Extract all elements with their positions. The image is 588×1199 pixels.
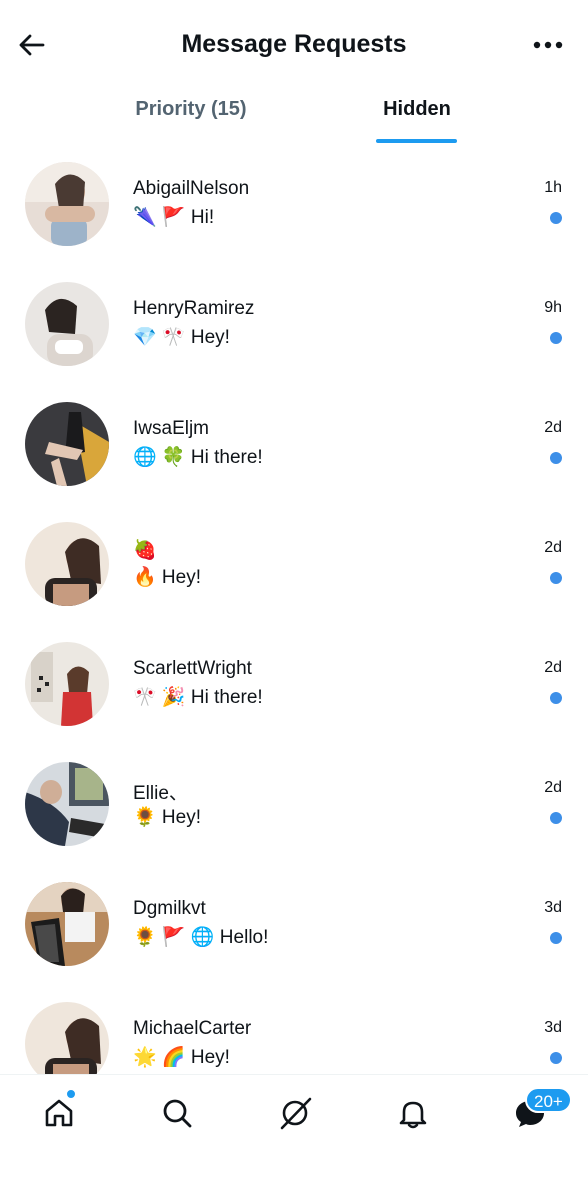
conversation-row[interactable]: 🍓 🔥 Hey! 2d bbox=[0, 504, 588, 624]
more-horizontal-icon bbox=[533, 41, 563, 49]
sender-name: AbigailNelson bbox=[133, 178, 250, 199]
grok-icon bbox=[280, 1097, 312, 1130]
nav-home[interactable] bbox=[39, 1093, 79, 1133]
timestamp: 3d bbox=[544, 899, 562, 916]
conversation-row[interactable]: HenryRamirez 💎 🎌 Hey! 9h bbox=[0, 264, 588, 384]
avatar[interactable] bbox=[25, 642, 109, 726]
sender-name: Ellie、 bbox=[133, 783, 188, 804]
sender-name: 🍓 bbox=[133, 540, 157, 561]
nav-search[interactable] bbox=[157, 1093, 197, 1133]
message-preview: 🌂 🚩 Hi! bbox=[133, 207, 215, 228]
sender-name: ScarlettWright bbox=[133, 658, 252, 679]
nav-grok[interactable] bbox=[275, 1093, 315, 1133]
timestamp: 3d bbox=[544, 1019, 562, 1036]
conversation-row[interactable]: MichaelCarter 🌟 🌈 Hey! 3d bbox=[0, 984, 588, 1074]
page-title: Message Requests bbox=[181, 30, 407, 58]
tab-bar: Priority (15) Hidden bbox=[0, 88, 588, 146]
message-preview: 💎 🎌 Hey! bbox=[133, 327, 230, 348]
timestamp: 2d bbox=[544, 539, 562, 556]
sender-name: HenryRamirez bbox=[133, 298, 255, 319]
avatar[interactable] bbox=[25, 402, 109, 486]
home-notification-dot bbox=[66, 1089, 76, 1099]
tab-priority-label: Priority (15) bbox=[135, 98, 247, 120]
message-preview: 🌐 🍀 Hi there! bbox=[133, 447, 263, 468]
timestamp: 1h bbox=[544, 179, 562, 196]
unread-indicator bbox=[550, 572, 562, 584]
message-preview: 🔥 Hey! bbox=[133, 567, 202, 588]
message-preview: 🌻 🚩 🌐 Hello! bbox=[133, 927, 269, 948]
top-bar: Message Requests bbox=[0, 0, 588, 90]
conversation-row[interactable]: ScarlettWright 🎌 🎉 Hi there! 2d bbox=[0, 624, 588, 744]
conversation-row[interactable]: Dgmilkvt 🌻 🚩 🌐 Hello! 3d bbox=[0, 864, 588, 984]
avatar[interactable] bbox=[25, 162, 109, 246]
message-preview: 🌻 Hey! bbox=[133, 807, 202, 828]
messages-badge: 20+ bbox=[525, 1087, 572, 1113]
unread-indicator bbox=[550, 812, 562, 824]
timestamp: 2d bbox=[544, 779, 562, 796]
tab-hidden[interactable]: Hidden bbox=[360, 88, 474, 146]
timestamp: 9h bbox=[544, 299, 562, 316]
unread-indicator bbox=[550, 1052, 562, 1064]
sender-name: MichaelCarter bbox=[133, 1018, 252, 1039]
message-preview: 🌟 🌈 Hey! bbox=[133, 1047, 230, 1068]
sender-name: IwsaEljm bbox=[133, 418, 210, 439]
conversation-row[interactable]: IwsaEljm 🌐 🍀 Hi there! 2d bbox=[0, 384, 588, 504]
avatar[interactable] bbox=[25, 1002, 109, 1074]
sender-name: Dgmilkvt bbox=[133, 898, 206, 919]
search-icon bbox=[163, 1099, 192, 1128]
conversation-row[interactable]: Ellie、 🌻 Hey! 2d bbox=[0, 744, 588, 864]
tab-hidden-label: Hidden bbox=[383, 98, 451, 120]
conversation-row[interactable]: AbigailNelson 🌂 🚩 Hi! 1h bbox=[0, 144, 588, 264]
timestamp: 2d bbox=[544, 419, 562, 436]
nav-notifications[interactable] bbox=[393, 1093, 433, 1133]
unread-indicator bbox=[550, 212, 562, 224]
more-options-button[interactable] bbox=[530, 30, 566, 60]
notifications-icon bbox=[399, 1101, 427, 1129]
avatar[interactable] bbox=[25, 762, 109, 846]
unread-indicator bbox=[550, 692, 562, 704]
message-preview: 🎌 🎉 Hi there! bbox=[133, 687, 263, 708]
bottom-navigation: 20+ bbox=[0, 1074, 588, 1199]
avatar[interactable] bbox=[25, 282, 109, 366]
conversation-list[interactable]: AbigailNelson 🌂 🚩 Hi! 1h HenryRamirez 💎 … bbox=[0, 144, 588, 1074]
timestamp: 2d bbox=[544, 659, 562, 676]
avatar[interactable] bbox=[25, 882, 109, 966]
unread-indicator bbox=[550, 932, 562, 944]
avatar[interactable] bbox=[25, 522, 109, 606]
home-icon bbox=[45, 1099, 73, 1127]
unread-indicator bbox=[550, 452, 562, 464]
tab-priority[interactable]: Priority (15) bbox=[96, 88, 286, 146]
active-tab-indicator bbox=[376, 139, 457, 143]
unread-indicator bbox=[550, 332, 562, 344]
